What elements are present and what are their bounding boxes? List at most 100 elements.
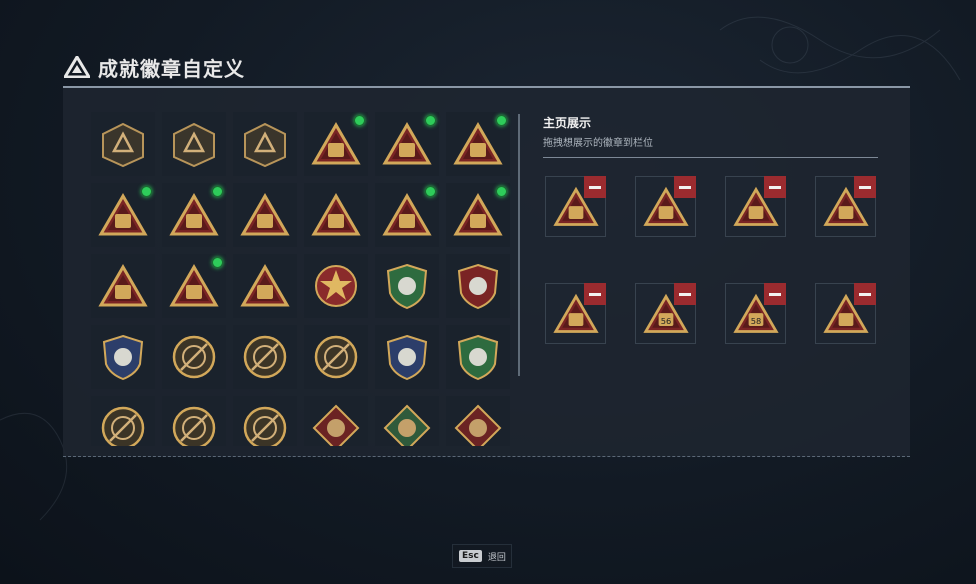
badge-cell[interactable] — [304, 396, 368, 446]
esc-key: Esc — [459, 550, 482, 562]
crossed-rifles-icon — [243, 406, 287, 446]
delta-emblem-icon — [102, 122, 144, 168]
badge-cell[interactable] — [162, 112, 226, 176]
showcase-slot[interactable] — [635, 176, 696, 237]
remove-badge-button[interactable] — [584, 176, 606, 198]
badge-cell[interactable] — [304, 254, 368, 318]
showcase-slot[interactable]: 56 — [635, 283, 696, 344]
number-1-badge-icon — [311, 193, 361, 236]
new-indicator-dot — [425, 186, 436, 197]
badge-cell[interactable] — [446, 183, 510, 247]
skull-shield-icon — [102, 334, 144, 381]
rifle-green-shield-icon — [457, 334, 499, 381]
badge-cell[interactable] — [233, 396, 297, 446]
back-button[interactable]: Esc 退回 — [452, 544, 512, 568]
badge-cell[interactable] — [375, 325, 439, 389]
showcase-slot[interactable] — [725, 176, 786, 237]
squad-badge-icon — [98, 264, 148, 307]
badge-cell[interactable] — [375, 396, 439, 446]
badge-cell[interactable] — [446, 396, 510, 446]
badge-cell[interactable] — [162, 183, 226, 247]
badge-cell[interactable] — [91, 396, 155, 446]
remove-badge-button[interactable] — [764, 283, 786, 305]
badge-cell[interactable] — [162, 325, 226, 389]
badge-cell[interactable] — [91, 183, 155, 247]
showcase-title: 主页展示 — [543, 116, 592, 130]
badge-panel: 主页展示 拖拽想展示的徽章到栏位 56 58 — [63, 86, 910, 457]
badge-cell[interactable] — [375, 183, 439, 247]
svg-text:56: 56 — [660, 316, 671, 326]
badge-cell[interactable] — [162, 396, 226, 446]
new-indicator-dot — [496, 115, 507, 126]
minus-icon — [859, 185, 871, 189]
crystal-badge-icon — [240, 264, 290, 307]
minus-icon — [679, 185, 691, 189]
badge-cell[interactable] — [233, 112, 297, 176]
badge-cell[interactable] — [91, 325, 155, 389]
jet-emblem-icon — [244, 122, 286, 168]
crosshair-skull-icon — [172, 335, 216, 379]
gun-round-icon — [101, 406, 145, 446]
badge-cell[interactable] — [91, 254, 155, 318]
badge-cell[interactable] — [233, 325, 297, 389]
showcase-slot[interactable] — [545, 176, 606, 237]
new-indicator-dot — [425, 115, 436, 126]
page-header: 成就徽章自定义 — [64, 52, 245, 82]
minus-icon — [679, 292, 691, 296]
showcase-slot[interactable] — [815, 176, 876, 237]
new-indicator-dot — [212, 257, 223, 268]
stars-shield-icon — [457, 263, 499, 310]
number-56-badge-icon — [382, 122, 432, 165]
remove-badge-button[interactable] — [764, 176, 786, 198]
id-card-58-badge-icon — [98, 193, 148, 236]
page-title: 成就徽章自定义 — [98, 56, 245, 81]
new-indicator-dot — [496, 186, 507, 197]
showcase-slots: 56 58 — [545, 176, 876, 344]
remove-badge-button[interactable] — [854, 283, 876, 305]
remove-badge-button[interactable] — [674, 176, 696, 198]
mask-round-icon — [314, 335, 358, 379]
badge-cell[interactable] — [304, 112, 368, 176]
panel-divider-scrollbar[interactable] — [518, 114, 520, 376]
kneeling-figure-badge-icon — [453, 193, 503, 236]
badge-cell[interactable] — [375, 254, 439, 318]
remove-badge-button[interactable] — [674, 283, 696, 305]
showcase-slot[interactable] — [545, 283, 606, 344]
badge-cell[interactable] — [375, 112, 439, 176]
badge-cell[interactable] — [304, 183, 368, 247]
minus-icon — [589, 292, 601, 296]
badge-grid-scroll[interactable] — [91, 112, 513, 446]
badge-cell[interactable] — [91, 112, 155, 176]
showcase-slot[interactable] — [815, 283, 876, 344]
badge-cell[interactable] — [162, 254, 226, 318]
svg-text:58: 58 — [750, 316, 761, 326]
new-indicator-dot — [354, 115, 365, 126]
badge-cell[interactable] — [446, 254, 510, 318]
beast-diamond-icon — [312, 404, 360, 446]
new-indicator-dot — [141, 186, 152, 197]
badge-grid — [91, 112, 513, 446]
showcase-slot[interactable]: 58 — [725, 283, 786, 344]
minus-icon — [589, 185, 601, 189]
showcase-header: 主页展示 拖拽想展示的徽章到栏位 — [543, 114, 878, 158]
rocket-badge-icon — [169, 264, 219, 307]
dragon-diamond-icon — [454, 404, 502, 446]
green-shield-icon — [386, 263, 428, 310]
minus-icon — [859, 292, 871, 296]
badge-cell[interactable] — [233, 254, 297, 318]
badge-cell[interactable] — [446, 112, 510, 176]
minus-icon — [769, 292, 781, 296]
new-indicator-dot — [212, 186, 223, 197]
badge-cell[interactable] — [233, 183, 297, 247]
badge-cell[interactable] — [304, 325, 368, 389]
remove-badge-button[interactable] — [584, 283, 606, 305]
eagle-hex-icon — [383, 404, 431, 446]
soldier-badge-icon — [169, 193, 219, 236]
backpack-badge-icon — [311, 122, 361, 165]
badge-cell[interactable] — [446, 325, 510, 389]
minus-icon — [769, 185, 781, 189]
treasure-badge-icon — [240, 193, 290, 236]
remove-badge-button[interactable] — [854, 176, 876, 198]
star-medal-icon — [315, 265, 357, 307]
back-label: 退回 — [487, 552, 506, 563]
